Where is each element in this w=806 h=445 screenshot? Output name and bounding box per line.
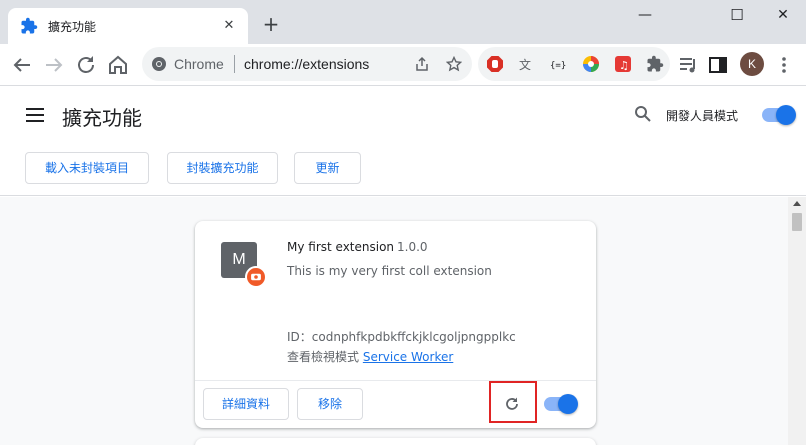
minimize-button[interactable]: — bbox=[622, 4, 668, 26]
puzzle-icon bbox=[21, 17, 38, 34]
search-icon[interactable] bbox=[634, 105, 652, 123]
extensions-menu-icon[interactable] bbox=[646, 55, 664, 73]
svg-text:{=}: {=} bbox=[550, 61, 566, 71]
window-close-button[interactable]: ✕ bbox=[760, 4, 806, 26]
inspect-views: 查看檢視模式 Service Worker bbox=[287, 348, 453, 365]
extensions-header: 擴充功能 開發人員模式 載入未封裝項目 封裝擴充功能 更新 bbox=[0, 86, 806, 196]
forward-icon[interactable] bbox=[42, 53, 66, 77]
extension-name: My first extension bbox=[287, 240, 395, 254]
music-icon[interactable]: ♫ bbox=[614, 55, 632, 73]
remove-button[interactable]: 移除 bbox=[297, 388, 363, 420]
load-unpacked-button[interactable]: 載入未封裝項目 bbox=[25, 152, 149, 184]
omnibox-separator bbox=[234, 55, 235, 73]
extension-id: ID：codnphfkpdbkffckjklcgoljpngpplkc bbox=[287, 330, 516, 344]
inspect-views-label: 查看檢視模式 bbox=[287, 350, 360, 364]
json-icon[interactable]: {=} bbox=[550, 55, 568, 73]
page-title: 擴充功能 bbox=[62, 106, 142, 130]
adblock-icon[interactable] bbox=[486, 55, 504, 73]
color-picker-icon[interactable] bbox=[582, 55, 600, 73]
update-button[interactable]: 更新 bbox=[294, 152, 361, 184]
share-icon[interactable] bbox=[414, 56, 430, 72]
developer-mode-toggle[interactable] bbox=[762, 105, 796, 125]
extension-version: 1.0.0 bbox=[397, 240, 428, 254]
extension-icons-group: 文 {=} ♫ bbox=[478, 47, 670, 81]
tab-close-icon[interactable]: ✕ bbox=[220, 17, 238, 35]
extension-card: M My first extension 1.0.0 This is my ve… bbox=[195, 221, 596, 428]
reading-list-icon[interactable] bbox=[676, 53, 700, 77]
omnibox-url: chrome://extensions bbox=[244, 56, 370, 72]
menu-icon[interactable] bbox=[26, 108, 44, 122]
service-worker-link[interactable]: Service Worker bbox=[363, 350, 453, 364]
new-tab-button[interactable]: + bbox=[260, 14, 282, 36]
more-menu-icon[interactable] bbox=[772, 53, 796, 77]
scrollbar-thumb[interactable] bbox=[792, 213, 802, 231]
pack-extension-button[interactable]: 封裝擴充功能 bbox=[167, 152, 278, 184]
home-icon[interactable] bbox=[106, 53, 130, 77]
maximize-button[interactable]: ☐ bbox=[714, 4, 760, 26]
extension-description: This is my very first coll extension bbox=[287, 264, 492, 278]
reload-icon[interactable] bbox=[74, 53, 98, 77]
scroll-up-arrow-icon[interactable] bbox=[793, 201, 801, 206]
browser-toolbar: Chrome chrome://extensions 文 {=} ♫ K bbox=[0, 44, 806, 86]
address-bar[interactable]: Chrome chrome://extensions bbox=[142, 47, 472, 81]
details-button[interactable]: 詳細資料 bbox=[203, 388, 289, 420]
record-badge-icon bbox=[245, 266, 267, 288]
side-panel-icon[interactable] bbox=[706, 53, 730, 77]
tab-extensions[interactable]: 擴充功能 ✕ bbox=[8, 8, 248, 44]
svg-text:♫: ♫ bbox=[619, 59, 629, 72]
omnibox-origin: Chrome bbox=[174, 56, 224, 72]
reload-extension-icon[interactable] bbox=[503, 395, 521, 413]
back-icon[interactable] bbox=[10, 53, 34, 77]
scrollbar[interactable] bbox=[788, 197, 806, 445]
chrome-icon bbox=[152, 57, 166, 71]
extension-card-next bbox=[195, 438, 596, 445]
extension-enable-toggle[interactable] bbox=[544, 394, 578, 414]
svg-text:文: 文 bbox=[519, 57, 531, 72]
tab-strip: 擴充功能 ✕ + — ☐ ✕ bbox=[0, 0, 806, 44]
avatar[interactable]: K bbox=[740, 52, 764, 76]
tab-title: 擴充功能 bbox=[48, 20, 97, 34]
developer-mode-label: 開發人員模式 bbox=[666, 109, 739, 123]
translate-icon[interactable]: 文 bbox=[518, 55, 536, 73]
bookmark-star-icon[interactable] bbox=[446, 56, 462, 72]
